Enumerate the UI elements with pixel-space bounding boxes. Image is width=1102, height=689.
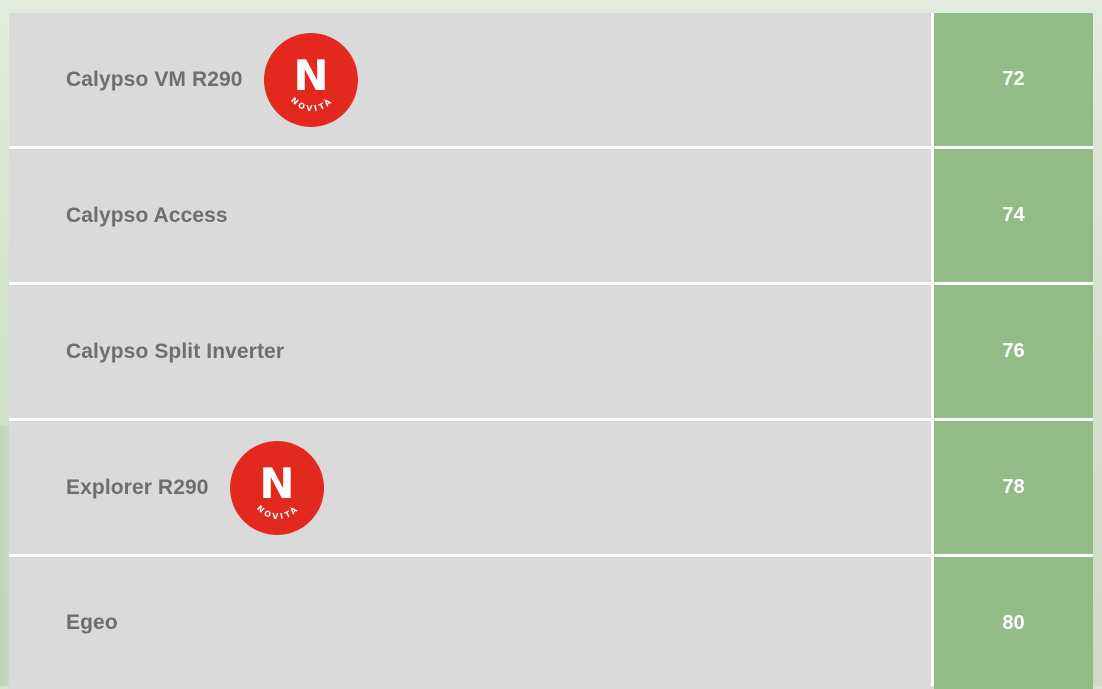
product-name: Explorer R290	[66, 475, 209, 499]
product-name-cell[interactable]: Explorer R290 N NOVITÀ	[9, 421, 931, 554]
novita-badge-icon: N NOVITÀ	[229, 440, 325, 536]
page-number: 74	[1002, 204, 1025, 226]
novita-badge-icon: N NOVITÀ	[263, 32, 359, 128]
product-name: Egeo	[66, 611, 118, 634]
product-index-table: Calypso VM R290 N NOVITÀ 72 Calypso Acce…	[9, 13, 1093, 689]
product-name-cell[interactable]: Calypso Split Inverter	[9, 285, 931, 418]
page-number: 78	[1002, 476, 1025, 498]
product-name: Calypso Split Inverter	[66, 339, 285, 363]
page-number-cell[interactable]: 74	[934, 149, 1093, 282]
badge-letter: N	[293, 51, 328, 100]
page-number-cell[interactable]: 72	[934, 13, 1093, 146]
product-name: Calypso VM R290	[66, 67, 243, 91]
page-number: 76	[1002, 340, 1025, 362]
badge-letter: N	[259, 459, 294, 508]
product-name-cell[interactable]: Egeo	[9, 557, 931, 689]
product-name-cell[interactable]: Calypso Access	[9, 149, 931, 282]
product-name: Calypso Access	[66, 203, 228, 227]
page-number-cell[interactable]: 78	[934, 421, 1093, 554]
page-number: 72	[1002, 68, 1025, 90]
page-number: 80	[1002, 611, 1025, 634]
page-number-cell[interactable]: 80	[934, 557, 1093, 689]
product-name-cell[interactable]: Calypso VM R290 N NOVITÀ	[9, 13, 931, 146]
page-number-cell[interactable]: 76	[934, 285, 1093, 418]
